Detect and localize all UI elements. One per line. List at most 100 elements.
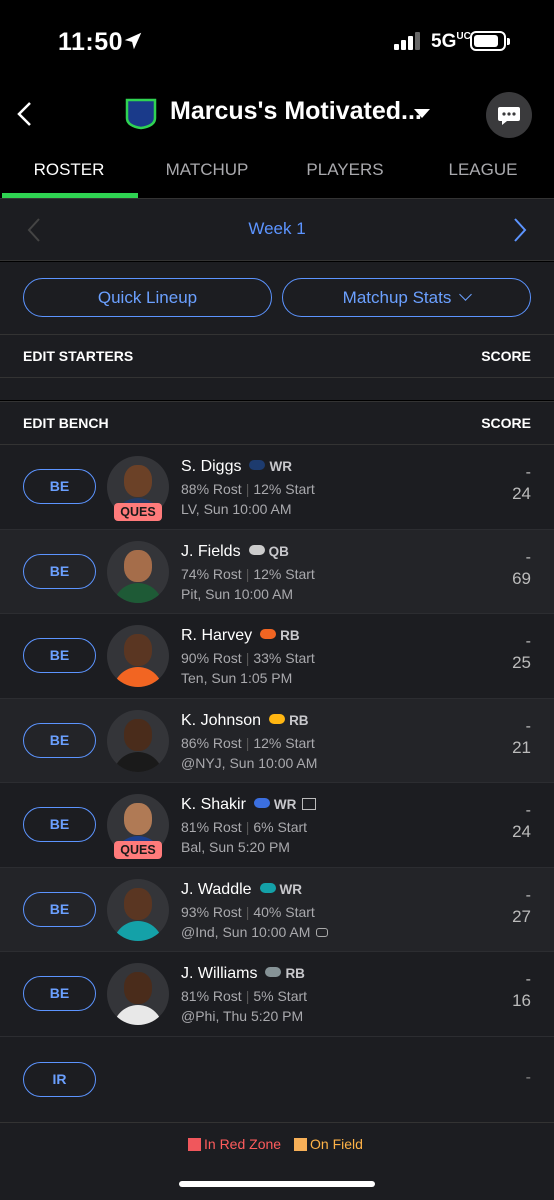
started-pct: 12% Start	[253, 481, 315, 497]
player-headshot[interactable]	[107, 540, 169, 603]
player-name[interactable]: J. Fields	[181, 543, 241, 560]
jersey-shape	[113, 751, 163, 772]
status-bar: 11:50 5GUC	[0, 0, 554, 80]
chat-button[interactable]	[486, 92, 532, 138]
matchup-stats-button[interactable]: Matchup Stats	[282, 278, 531, 317]
team-name[interactable]: Marcus's Motivated...	[170, 97, 422, 126]
player-row[interactable]: BE K. Johnson RB 86% Rost | 12% Start @NYJ, Su…	[0, 698, 554, 783]
tab-players[interactable]: PLAYERS	[276, 150, 414, 198]
week-navigator: Week 1	[0, 198, 554, 261]
started-pct: 40% Start	[253, 903, 315, 920]
player-row[interactable]: BE J. Fields QB 74% Rost | 12% Start Pit, Sun …	[0, 529, 554, 614]
week-label[interactable]: Week 1	[0, 219, 554, 239]
divider: |	[245, 903, 250, 920]
team-logo-icon	[125, 98, 157, 130]
player-name[interactable]: J. Waddle	[181, 881, 252, 898]
bench-list: BE QUES S. Diggs WR 88% Rost | 12% Start LV, Su…	[0, 445, 554, 1123]
edit-bench-link[interactable]: EDIT BENCH	[23, 415, 109, 431]
game-time: Bal, Sun 5:20 PM	[181, 839, 290, 855]
team-dropdown-icon[interactable]	[414, 109, 430, 118]
player-projection: 24	[512, 484, 531, 503]
player-score: -	[525, 464, 531, 481]
steelers-logo	[269, 713, 286, 724]
jersey-shape	[113, 920, 163, 941]
slot-button[interactable]: BE	[23, 891, 96, 927]
game-info: Pit, Sun 10:00 AM	[181, 586, 293, 602]
quick-lineup-button[interactable]: Quick Lineup	[23, 278, 272, 317]
jets-logo	[248, 544, 265, 555]
slot-button[interactable]: BE	[23, 553, 96, 589]
network-type: 5GUC	[431, 31, 471, 52]
back-chevron-icon[interactable]	[14, 100, 36, 128]
slot-button[interactable]: BE	[23, 722, 96, 758]
edit-starters-link[interactable]: EDIT STARTERS	[23, 348, 133, 364]
ownership-stats: 88% Rost | 12% Start	[181, 481, 315, 497]
player-row[interactable]: BE QUES K. Shakir WR 81% Rost | 6% Start Bal, S…	[0, 783, 554, 868]
tab-matchup[interactable]: MATCHUP	[138, 150, 276, 198]
player-position: WR	[269, 459, 292, 474]
ir-slot-button[interactable]: IR	[23, 1061, 96, 1097]
player-projection: 27	[512, 906, 531, 926]
team-header: Marcus's Motivated...	[0, 84, 554, 144]
player-position: WR	[279, 881, 303, 897]
rostered-pct: 81% Rost	[181, 819, 242, 835]
starters-list	[0, 378, 554, 400]
injury-status-badge: QUES	[114, 841, 162, 859]
game-time: Pit, Sun 10:00 AM	[181, 585, 294, 602]
chevron-down-icon	[459, 288, 473, 301]
on-field-swatch-icon	[294, 1138, 307, 1151]
legend-red-zone: In Red Zone	[188, 1136, 281, 1152]
player-score: -	[525, 548, 531, 566]
next-week-icon[interactable]	[512, 217, 528, 243]
player-position: RB	[280, 628, 300, 643]
news-icon[interactable]	[302, 798, 317, 810]
rostered-pct: 86% Rost	[181, 734, 242, 751]
player-name[interactable]: K. Johnson	[181, 712, 261, 729]
rostered-pct: 93% Rost	[181, 903, 242, 920]
player-score: -	[525, 633, 531, 650]
jersey-shape	[113, 582, 163, 603]
bills-logo	[253, 798, 270, 808]
player-row[interactable]: BE R. Harvey RB 90% Rost | 33% Start Ten, Sun …	[0, 614, 554, 699]
starters-score-label: SCORE	[481, 348, 531, 364]
player-name-line: K. Johnson RB	[181, 712, 309, 730]
game-time: Ten, Sun 1:05 PM	[181, 670, 293, 686]
ownership-stats: 81% Rost | 6% Start	[181, 819, 307, 835]
bench-score-label: SCORE	[481, 415, 531, 431]
player-headshot[interactable]	[107, 709, 169, 772]
player-name[interactable]: J. Williams	[181, 965, 257, 982]
game-info: @Ind, Sun 10:00 AM	[181, 923, 329, 940]
player-row[interactable]: BE J. Williams RB 81% Rost | 5% Start @Phi, Th…	[0, 952, 554, 1037]
tab-league[interactable]: LEAGUE	[414, 150, 552, 198]
face-shape	[124, 972, 152, 1004]
ownership-stats: 74% Rost | 12% Start	[181, 566, 315, 582]
chat-bubble-icon	[498, 107, 520, 125]
player-projection: 24	[512, 822, 531, 841]
slot-button[interactable]: BE	[23, 638, 96, 673]
player-projection: 16	[512, 991, 531, 1010]
tab-roster[interactable]: ROSTER	[0, 150, 138, 198]
game-time: @Ind, Sun 10:00 AM	[181, 923, 311, 940]
slot-button[interactable]: BE	[23, 807, 96, 842]
game-info: @Phi, Thu 5:20 PM	[181, 1008, 303, 1024]
player-name-line: R. Harvey RB	[181, 627, 300, 645]
player-row[interactable]: BE QUES S. Diggs WR 88% Rost | 12% Start LV, Su…	[0, 445, 554, 530]
player-headshot[interactable]	[107, 963, 169, 1025]
player-name[interactable]: R. Harvey	[181, 627, 252, 644]
ir-score: -	[525, 1068, 531, 1086]
cellular-signal-icon	[394, 32, 422, 50]
ownership-stats: 90% Rost | 33% Start	[181, 650, 315, 666]
slot-button[interactable]: BE	[23, 469, 96, 504]
jersey-shape	[113, 1005, 163, 1025]
player-row[interactable]: BE J. Waddle WR 93% Rost | 40% Start @Ind, Sun…	[0, 867, 554, 952]
injury-status-badge: QUES	[114, 503, 162, 521]
divider: |	[245, 988, 250, 1004]
player-headshot[interactable]	[107, 878, 169, 941]
cowboys-logo	[265, 967, 282, 977]
player-name[interactable]: K. Shakir	[181, 796, 246, 813]
player-projection: 25	[512, 653, 531, 672]
player-position: QB	[268, 543, 289, 559]
player-headshot[interactable]	[107, 625, 169, 687]
player-name[interactable]: S. Diggs	[181, 458, 241, 475]
slot-button[interactable]: BE	[23, 976, 96, 1011]
